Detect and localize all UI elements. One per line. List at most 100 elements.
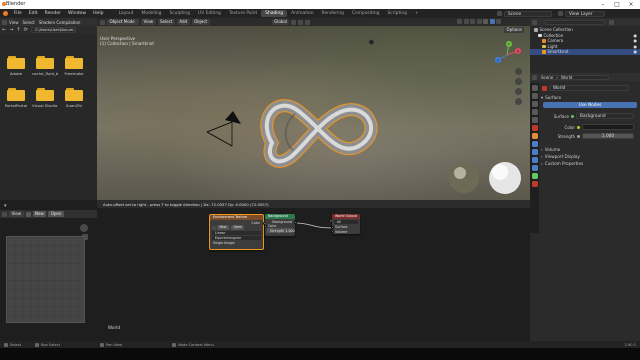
viewport-display-section-header[interactable]: › Viewport Display bbox=[541, 153, 638, 160]
smartknot-object[interactable] bbox=[260, 99, 378, 168]
folder-item[interactable]: cache_fluid_b... bbox=[32, 56, 58, 76]
file-browser-menu-select[interactable]: Select bbox=[23, 20, 35, 25]
workspace-tab-layout[interactable]: Layout bbox=[115, 10, 138, 17]
material-tab-icon[interactable] bbox=[531, 181, 538, 187]
surface-shader-field[interactable]: Background bbox=[576, 113, 634, 119]
view-layer-tab-icon[interactable] bbox=[531, 109, 538, 115]
world-tab-icon[interactable] bbox=[531, 125, 538, 131]
workspace-tab-rendering[interactable]: Rendering bbox=[317, 10, 347, 17]
projection-dropdown[interactable]: Equirectangular bbox=[212, 235, 261, 240]
workspace-tab-uv-editing[interactable]: UV Editing bbox=[194, 10, 225, 17]
menu-edit[interactable]: Edit bbox=[29, 11, 38, 16]
forward-arrow-icon[interactable]: → bbox=[9, 27, 13, 33]
output-socket-background[interactable] bbox=[293, 221, 297, 224]
input-socket-volume[interactable] bbox=[330, 230, 334, 233]
workspace-tab-texture-paint[interactable]: Texture Paint bbox=[225, 10, 261, 17]
collapse-arrow-icon[interactable]: ▾ bbox=[4, 203, 7, 209]
scene-tab-icon[interactable] bbox=[531, 117, 538, 123]
image-open-button[interactable]: Open bbox=[48, 211, 64, 217]
filter-icon[interactable] bbox=[609, 19, 614, 25]
menu-window[interactable]: Window bbox=[68, 11, 86, 16]
surface-section-header[interactable]: ▾ Surface bbox=[541, 94, 638, 100]
menu-render[interactable]: Render bbox=[45, 11, 61, 16]
render-tab-icon[interactable] bbox=[531, 93, 538, 99]
parent-dir-icon[interactable]: ↑ bbox=[16, 27, 20, 33]
color-socket-icon bbox=[577, 125, 580, 129]
editor-type-icon[interactable] bbox=[2, 19, 7, 25]
visibility-eye-icon[interactable]: ● bbox=[634, 49, 638, 55]
environment-texture-node[interactable]: Environment Texture Color New Open Linea… bbox=[209, 214, 266, 250]
output-tab-icon[interactable] bbox=[531, 101, 538, 107]
input-socket-color[interactable] bbox=[263, 225, 267, 228]
zoom-icon[interactable] bbox=[80, 224, 88, 232]
workspace-tab-compositing[interactable]: Compositing bbox=[348, 10, 384, 17]
target-dropdown[interactable]: All bbox=[334, 219, 358, 224]
add-workspace-button[interactable]: + bbox=[411, 10, 423, 17]
custom-properties-section-header[interactable]: › Custom Properties bbox=[541, 160, 638, 167]
menu-file[interactable]: File bbox=[14, 11, 22, 16]
input-socket-surface[interactable] bbox=[330, 225, 334, 229]
strength-field[interactable]: Strength 1.000 bbox=[267, 228, 295, 233]
refresh-icon[interactable]: ⟳ bbox=[24, 27, 28, 33]
particles-tab-icon[interactable] bbox=[531, 149, 538, 155]
breadcrumb-separator-icon: › bbox=[556, 75, 558, 80]
tool-tab-icon[interactable] bbox=[531, 85, 538, 91]
back-arrow-icon[interactable]: ← bbox=[2, 27, 6, 33]
interpolation-dropdown[interactable]: Linear bbox=[212, 230, 261, 235]
properties-editor-type-icon[interactable] bbox=[532, 74, 537, 80]
physics-tab-icon[interactable] bbox=[531, 157, 538, 163]
image-browse-icon[interactable] bbox=[212, 225, 216, 230]
zoom-view-icon[interactable] bbox=[515, 68, 522, 75]
camera-view-icon[interactable] bbox=[515, 88, 522, 95]
world-output-node[interactable]: World Output All Surface Volume bbox=[330, 214, 360, 234]
outliner-search-input[interactable] bbox=[545, 19, 605, 25]
node-header: World Output bbox=[332, 214, 360, 219]
outliner-editor-type-icon[interactable] bbox=[532, 19, 537, 25]
workspace-tab-scripting[interactable]: Scripting bbox=[383, 10, 411, 17]
image-new-button[interactable]: New bbox=[32, 211, 47, 217]
file-browser-menu-view[interactable]: View bbox=[9, 20, 19, 25]
pan-view-icon[interactable] bbox=[515, 78, 522, 85]
camera-object[interactable] bbox=[206, 111, 241, 147]
outliner-item-smartknot[interactable]: Smartknot ● bbox=[530, 49, 640, 55]
3d-viewport[interactable]: Object Mode View Select Add Object Globa… bbox=[97, 18, 530, 200]
file-grid: Adobe cache_fluid_b... Freemake PortalPo… bbox=[0, 36, 97, 196]
workspace-tab-animation[interactable]: Animation bbox=[287, 10, 317, 17]
menu-help[interactable]: Help bbox=[93, 11, 103, 16]
image-editor-type-icon[interactable] bbox=[2, 211, 7, 217]
shader-node-editor[interactable]: Auto-offset set to right - press T to to… bbox=[97, 200, 530, 341]
perspective-toggle-icon[interactable] bbox=[515, 98, 522, 105]
workspace-tab-modeling[interactable]: Modeling bbox=[138, 10, 166, 17]
env-new-button[interactable]: New bbox=[217, 225, 229, 230]
view-layer-selector[interactable]: View Layer bbox=[565, 10, 605, 17]
constraints-tab-icon[interactable] bbox=[531, 165, 538, 171]
background-node[interactable]: Background Background Color Strength 1.0… bbox=[263, 214, 297, 236]
bookmark-tab[interactable]: Shaders Compilation bbox=[39, 20, 81, 25]
maximize-icon[interactable]: □ bbox=[610, 0, 624, 9]
color-swatch[interactable] bbox=[582, 124, 634, 130]
env-open-button[interactable]: Open bbox=[230, 225, 245, 230]
folder-item[interactable]: Visual Studio... bbox=[32, 88, 58, 108]
close-icon[interactable]: × bbox=[624, 0, 638, 9]
image-browse-icon[interactable] bbox=[25, 211, 31, 217]
use-nodes-button[interactable]: Use Nodes bbox=[543, 102, 637, 108]
folder-item[interactable]: Adobe bbox=[3, 56, 29, 76]
workspace-tab-sculpting[interactable]: Sculpting bbox=[165, 10, 194, 17]
image-view-menu[interactable]: View bbox=[9, 211, 24, 217]
status-box-select: Box Select bbox=[41, 342, 61, 347]
blender-menu-icon[interactable] bbox=[3, 11, 8, 16]
modifier-tab-icon[interactable] bbox=[531, 141, 538, 147]
folder-item[interactable]: XuanZhi bbox=[61, 88, 87, 108]
world-name-field[interactable]: World bbox=[549, 85, 629, 91]
volume-section-header[interactable]: › Volume bbox=[541, 146, 638, 153]
workspace-tab-shading[interactable]: Shading bbox=[261, 10, 288, 17]
uv-grid bbox=[6, 236, 85, 323]
path-field[interactable]: C:\Users\User\Docum... bbox=[30, 27, 76, 33]
folder-item[interactable]: Freemake bbox=[61, 56, 87, 76]
scene-selector[interactable]: Scene bbox=[504, 10, 552, 17]
minimize-icon[interactable]: – bbox=[596, 0, 610, 9]
strength-field[interactable]: 1.000 bbox=[582, 133, 634, 139]
folder-item[interactable]: PortalPortal bbox=[3, 88, 29, 108]
object-tab-icon[interactable] bbox=[531, 133, 538, 139]
data-tab-icon[interactable] bbox=[531, 173, 538, 179]
